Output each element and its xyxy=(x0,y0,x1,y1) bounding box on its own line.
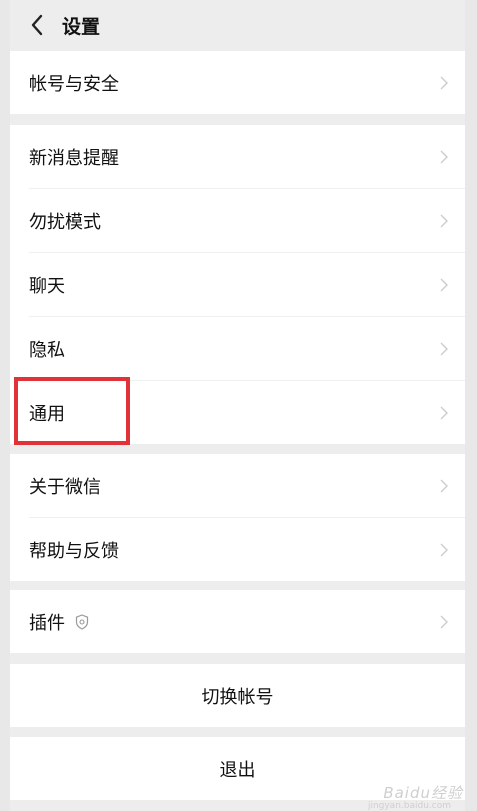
shield-badge-icon xyxy=(75,613,89,630)
menu-item-label: 新消息提醒 xyxy=(29,147,119,169)
watermark-url: jingyan.baidu.com xyxy=(367,801,451,811)
chevron-right-icon xyxy=(440,278,448,291)
chevron-right-icon xyxy=(440,214,448,227)
chevron-left-icon xyxy=(31,14,43,36)
chevron-right-icon xyxy=(440,150,448,163)
menu-item-label: 帐号与安全 xyxy=(29,73,119,95)
menu-item-help-feedback[interactable]: 帮助与反馈 xyxy=(10,518,465,581)
chevron-right-icon xyxy=(440,543,448,556)
chevron-right-icon xyxy=(440,615,448,628)
chevron-right-icon xyxy=(440,479,448,492)
menu-item-account-security[interactable]: 帐号与安全 xyxy=(10,51,465,114)
switch-account-button[interactable]: 切换帐号 xyxy=(10,664,465,727)
chevron-right-icon xyxy=(440,76,448,89)
settings-screen: 设置 帐号与安全 新消息提醒 勿扰模式 聊天 隐私 通用 关于微信 帮助与反馈 … xyxy=(10,0,465,811)
menu-item-privacy[interactable]: 隐私 xyxy=(10,317,465,380)
nav-bar: 设置 xyxy=(10,0,465,50)
menu-item-label: 勿扰模式 xyxy=(29,211,101,233)
about-group: 关于微信 帮助与反馈 xyxy=(10,454,465,581)
menu-item-label: 插件 xyxy=(29,609,89,635)
page-title: 设置 xyxy=(62,15,101,38)
switch-account-group: 切换帐号 xyxy=(10,664,465,727)
account-group: 帐号与安全 xyxy=(10,51,465,114)
plugins-label: 插件 xyxy=(29,612,65,634)
menu-item-new-message-notification[interactable]: 新消息提醒 xyxy=(10,125,465,188)
watermark: Baidu经验 xyxy=(383,784,463,802)
menu-item-plugins[interactable]: 插件 xyxy=(10,590,465,653)
menu-item-label: 隐私 xyxy=(29,339,65,361)
chevron-right-icon xyxy=(440,406,448,419)
menu-item-general[interactable]: 通用 xyxy=(10,381,465,444)
menu-item-label: 聊天 xyxy=(29,275,65,297)
menu-item-about-wechat[interactable]: 关于微信 xyxy=(10,454,465,517)
back-button[interactable] xyxy=(18,0,56,50)
chevron-right-icon xyxy=(440,342,448,355)
menu-item-label: 关于微信 xyxy=(29,476,101,498)
plugins-group: 插件 xyxy=(10,590,465,653)
settings-group: 新消息提醒 勿扰模式 聊天 隐私 通用 xyxy=(10,125,465,444)
menu-item-do-not-disturb[interactable]: 勿扰模式 xyxy=(10,189,465,252)
menu-item-label: 帮助与反馈 xyxy=(29,540,119,562)
menu-item-label: 通用 xyxy=(29,403,65,425)
menu-item-chat[interactable]: 聊天 xyxy=(10,253,465,316)
